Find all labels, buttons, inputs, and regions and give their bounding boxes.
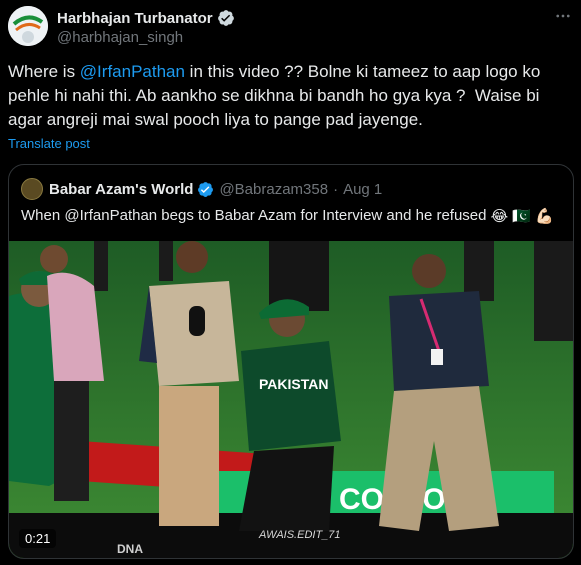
- pakistan-flag-emoji: 🇵🇰: [512, 208, 532, 226]
- mention-link[interactable]: @IrfanPathan: [80, 62, 185, 81]
- video-frame: CO ICO PAKISTAN: [9, 241, 573, 558]
- quote-handle: @Babrazam358: [219, 180, 329, 198]
- more-horizontal-icon[interactable]: [553, 6, 573, 26]
- tweet-header: Harbhajan Turbanator @harbhajan_singh: [8, 6, 573, 50]
- laughing-emoji: 😂: [490, 208, 509, 226]
- quote-date[interactable]: Aug 1: [343, 181, 382, 198]
- avatar-image: [8, 6, 48, 46]
- video-duration-badge: 0:21: [19, 529, 57, 548]
- verified-badge-icon: [217, 10, 234, 26]
- quote-display-name: Babar Azam's World: [49, 180, 194, 198]
- quote-separator: ·: [333, 180, 339, 198]
- quote-text: When @IrfanPathan begs to Babar Azam for…: [21, 207, 554, 225]
- corner-text: DNA: [117, 542, 143, 556]
- video-player[interactable]: CO ICO PAKISTAN: [9, 241, 573, 558]
- quote-text-body: When @IrfanPathan begs to Babar Azam for…: [21, 207, 487, 224]
- quote-avatar[interactable]: [21, 178, 43, 200]
- avatar[interactable]: [8, 6, 48, 46]
- flexed-biceps-emoji: 💪🏻: [535, 208, 554, 226]
- quoted-tweet[interactable]: Babar Azam's World @Babrazam358 · Aug 1 …: [8, 164, 574, 559]
- handle[interactable]: @harbhajan_singh: [57, 29, 183, 46]
- jersey-text: PAKISTAN: [259, 376, 328, 392]
- tweet-text-segment: Where is: [8, 62, 80, 81]
- watermark: AWAIS.EDIT_71: [258, 529, 341, 541]
- verified-badge-icon: [198, 181, 214, 197]
- display-name[interactable]: Harbhajan Turbanator: [57, 10, 213, 27]
- tweet-text: Where is @IrfanPathan in this video ?? B…: [8, 60, 568, 132]
- translate-post-link[interactable]: Translate post: [8, 136, 90, 151]
